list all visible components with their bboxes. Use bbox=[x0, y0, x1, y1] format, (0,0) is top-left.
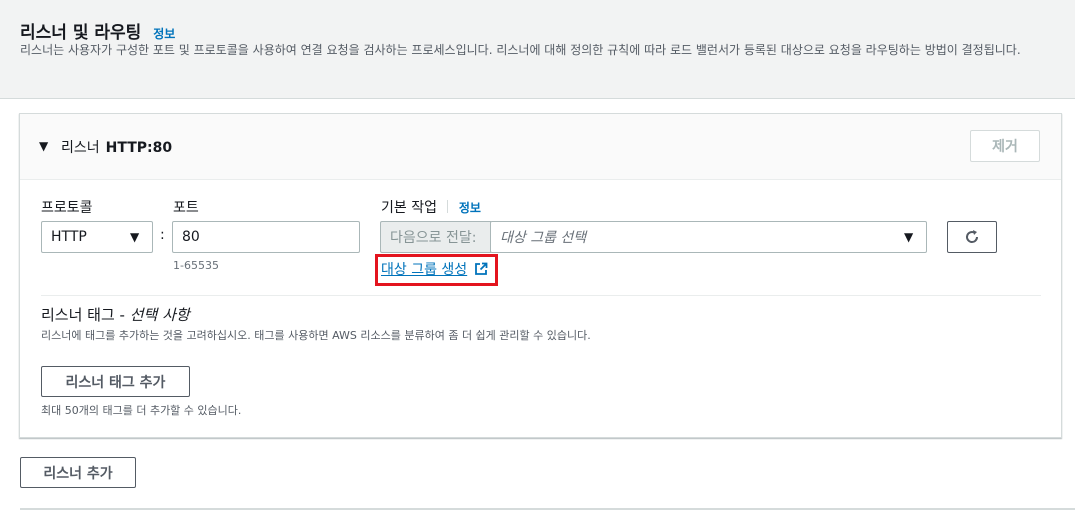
port-input[interactable]: 80 bbox=[172, 221, 360, 253]
refresh-icon bbox=[966, 230, 979, 243]
port-label: 포트 bbox=[173, 200, 199, 216]
listener-label: 리스너 bbox=[61, 140, 100, 156]
label-divider bbox=[447, 200, 449, 213]
default-action-text: 기본 작업 bbox=[381, 200, 437, 216]
default-action-label: 기본 작업 정보 bbox=[381, 197, 481, 217]
remove-button[interactable]: 제거 bbox=[970, 130, 1040, 162]
caret-down-icon[interactable]: ▼ bbox=[39, 139, 48, 153]
port-hint: 1-65535 bbox=[173, 259, 219, 272]
protocol-label: 프로토콜 bbox=[41, 200, 93, 216]
protocol-value: HTTP bbox=[51, 229, 87, 245]
tag-limit-hint: 최대 50개의 태그를 더 추가할 수 있습니다. bbox=[41, 404, 242, 417]
section-description: 리스너는 사용자가 구성한 포트 및 프로토콜을 사용하여 연결 요청을 검사하… bbox=[20, 43, 1021, 57]
listener-title: 리스너 HTTP:80 bbox=[61, 137, 172, 157]
tags-optional: 선택 사항 bbox=[129, 306, 190, 324]
highlight-box bbox=[375, 254, 498, 286]
add-listener-tag-button[interactable]: 리스너 태그 추가 bbox=[41, 366, 190, 397]
section-divider bbox=[41, 295, 1041, 296]
colon-separator: : bbox=[160, 227, 165, 243]
info-link[interactable]: 정보 bbox=[153, 27, 175, 41]
listener-name: HTTP:80 bbox=[105, 140, 173, 156]
triangle-down-icon: ▼ bbox=[130, 230, 140, 244]
section-title-text: 리스너 및 라우팅 bbox=[20, 23, 142, 43]
triangle-down-icon: ▼ bbox=[904, 230, 914, 244]
refresh-button[interactable] bbox=[947, 221, 997, 253]
target-group-placeholder: 대상 그룹 선택 bbox=[500, 230, 587, 246]
forward-prefix: 다음으로 전달: bbox=[380, 221, 491, 253]
tags-description: 리스너에 태그를 추가하는 것을 고려하십시오. 태그를 사용하면 AWS 리소… bbox=[41, 329, 591, 342]
port-value: 80 bbox=[182, 229, 200, 245]
tags-title-text: 리스너 태그 - bbox=[41, 306, 130, 324]
listener-card-header[interactable]: ▼ 리스너 HTTP:80 제거 bbox=[20, 114, 1061, 180]
add-listener-button[interactable]: 리스너 추가 bbox=[20, 457, 136, 488]
tags-title: 리스너 태그 - 선택 사항 bbox=[41, 304, 190, 325]
listener-card: ▼ 리스너 HTTP:80 제거 프로토콜 HTTP ▼ : 포트 80 1-65… bbox=[19, 113, 1062, 438]
default-action-info-link[interactable]: 정보 bbox=[459, 201, 481, 215]
section-title: 리스너 및 라우팅 정보 bbox=[20, 18, 175, 43]
target-group-select[interactable]: 대상 그룹 선택 bbox=[490, 221, 927, 253]
section-header: 리스너 및 라우팅 정보 리스너는 사용자가 구성한 포트 및 프로토콜을 사용… bbox=[0, 0, 1075, 99]
